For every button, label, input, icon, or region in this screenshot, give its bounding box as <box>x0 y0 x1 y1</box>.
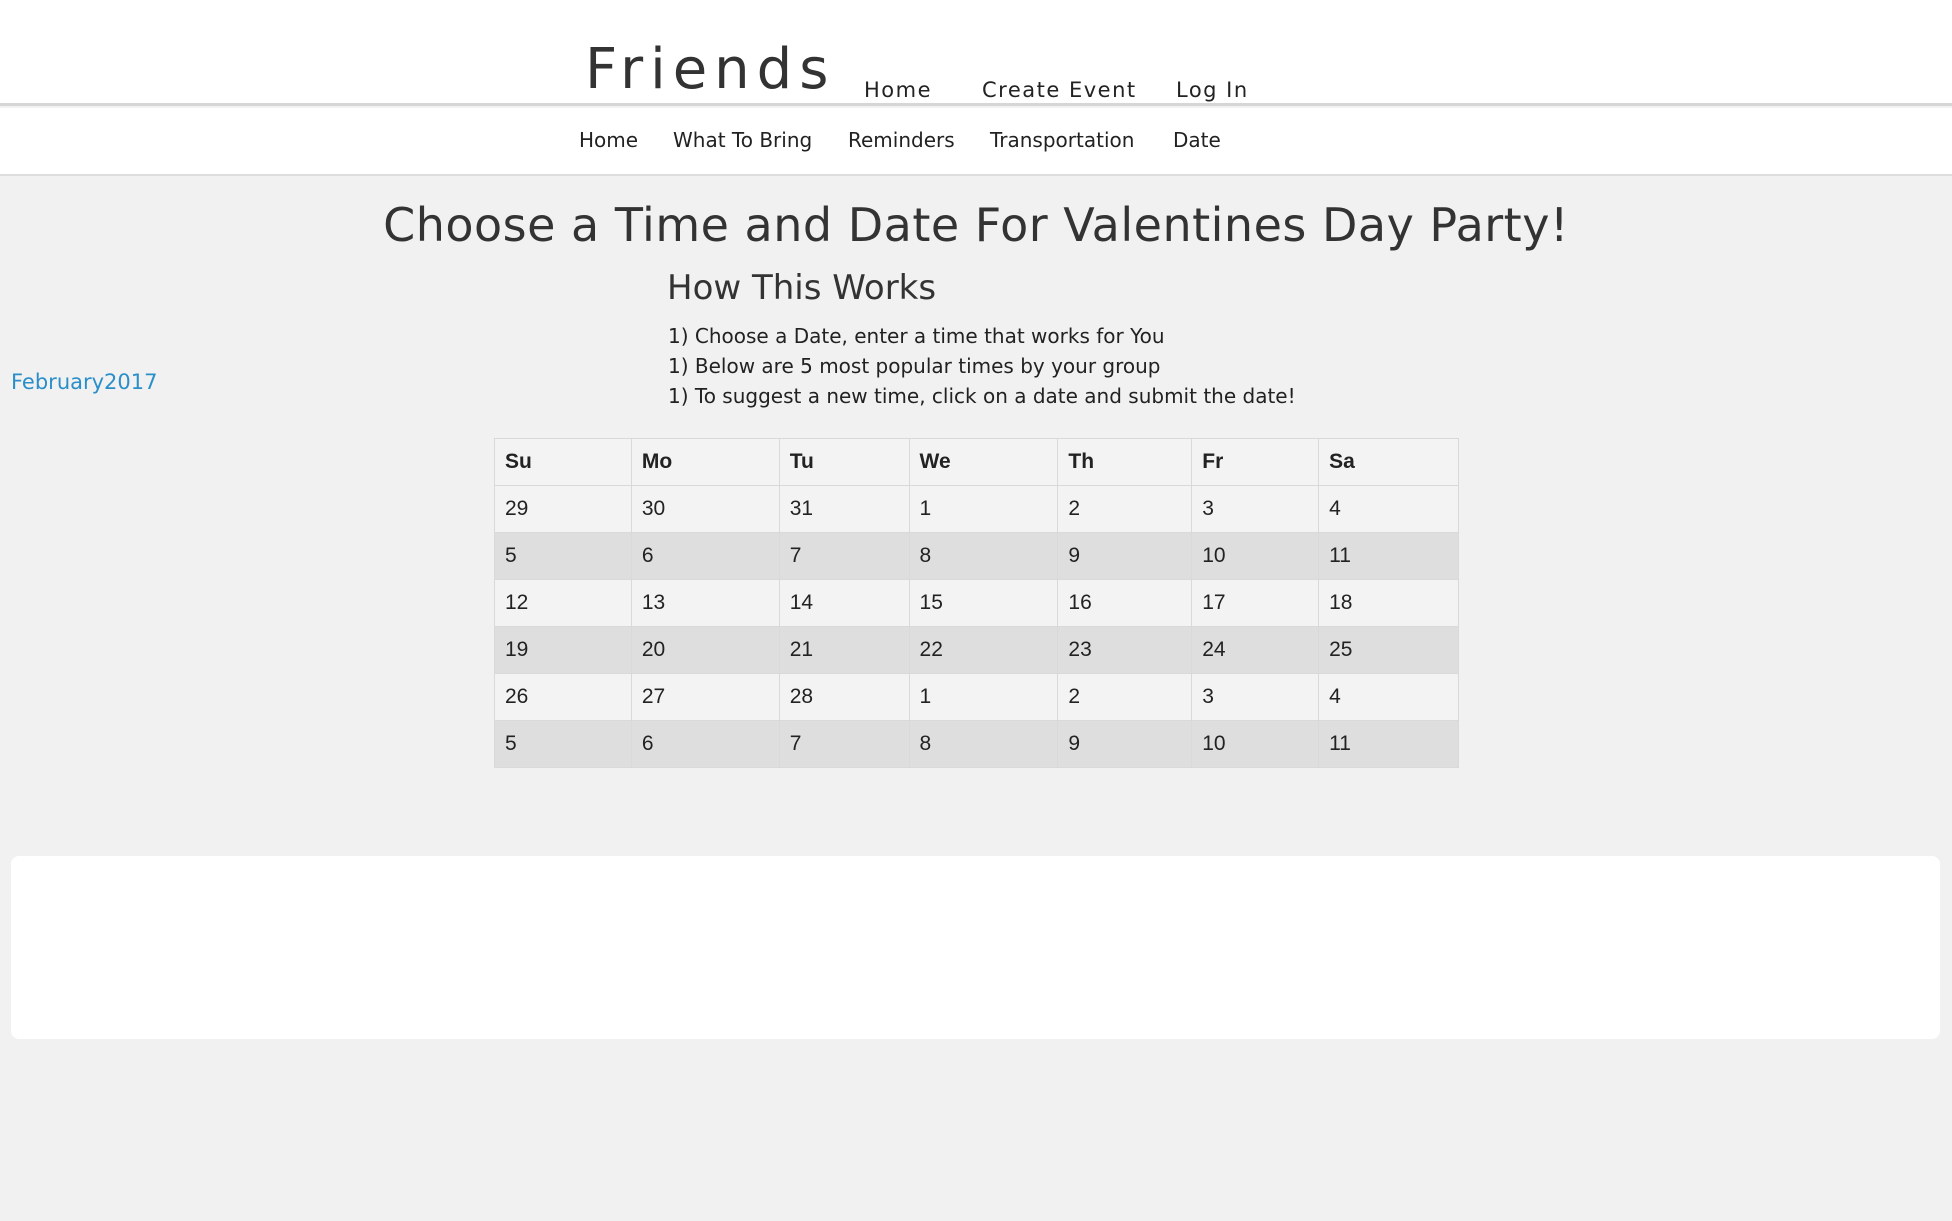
calendar-day-cell[interactable]: 3 <box>1191 485 1320 533</box>
calendar-day-cell[interactable]: 1 <box>908 485 1059 533</box>
calendar-week-row: 26 27 28 1 2 3 4 <box>494 673 1459 721</box>
calendar-day-cell[interactable]: 13 <box>630 579 780 627</box>
calendar-week-row: 12 13 14 15 16 17 18 <box>494 579 1459 627</box>
subnav-transportation[interactable]: Transportation <box>990 128 1134 152</box>
top-header: Friends Home Create Event Log In <box>0 0 1952 106</box>
calendar-day-cell[interactable]: 17 <box>1191 579 1320 627</box>
calendar-day-cell[interactable]: 11 <box>1318 720 1459 768</box>
calendar-table: Su Mo Tu We Th Fr Sa 29 30 31 1 2 3 4 5 … <box>494 438 1459 768</box>
calendar-day-cell[interactable]: 31 <box>778 485 910 533</box>
calendar-day-cell[interactable]: 23 <box>1057 626 1193 674</box>
calendar-day-cell[interactable]: 30 <box>630 485 780 533</box>
calendar-day-cell[interactable]: 18 <box>1318 579 1459 627</box>
brand-logo[interactable]: Friends <box>585 42 835 98</box>
calendar-day-cell[interactable]: 28 <box>778 673 910 721</box>
calendar-day-cell[interactable]: 9 <box>1057 720 1193 768</box>
instruction-step: 1) Below are 5 most popular times by you… <box>668 354 1161 378</box>
weekday-header: Sa <box>1318 438 1459 486</box>
calendar-day-cell[interactable]: 6 <box>630 532 780 580</box>
weekday-header: Mo <box>630 438 780 486</box>
calendar-day-cell[interactable]: 5 <box>494 720 632 768</box>
weekday-header: We <box>908 438 1059 486</box>
calendar-day-cell[interactable]: 24 <box>1191 626 1320 674</box>
calendar-day-cell[interactable]: 19 <box>494 626 632 674</box>
calendar-day-cell[interactable]: 12 <box>494 579 632 627</box>
calendar-day-cell[interactable]: 10 <box>1191 532 1320 580</box>
calendar-day-cell[interactable]: 3 <box>1191 673 1320 721</box>
calendar-week-row: 5 6 7 8 9 10 11 <box>494 532 1459 580</box>
calendar-day-cell[interactable]: 15 <box>908 579 1059 627</box>
calendar-day-cell[interactable]: 29 <box>494 485 632 533</box>
calendar-day-cell[interactable]: 21 <box>778 626 910 674</box>
calendar-day-cell[interactable]: 20 <box>630 626 780 674</box>
calendar-day-cell[interactable]: 7 <box>778 532 910 580</box>
weekday-header: Tu <box>778 438 910 486</box>
month-link[interactable]: February2017 <box>11 370 158 394</box>
calendar-day-cell[interactable]: 1 <box>908 673 1059 721</box>
subnav-reminders[interactable]: Reminders <box>848 128 955 152</box>
calendar-day-cell[interactable]: 27 <box>630 673 780 721</box>
calendar-day-cell[interactable]: 2 <box>1057 485 1193 533</box>
calendar-day-cell[interactable]: 10 <box>1191 720 1320 768</box>
calendar-week-row: 29 30 31 1 2 3 4 <box>494 485 1459 533</box>
top-nav-create-event[interactable]: Create Event <box>982 78 1137 102</box>
instructions-list: 1) Choose a Date, enter a time that work… <box>668 321 1296 411</box>
subnav-what-to-bring[interactable]: What To Bring <box>673 128 812 152</box>
calendar-day-cell[interactable]: 11 <box>1318 532 1459 580</box>
calendar-day-cell[interactable]: 22 <box>908 626 1059 674</box>
weekday-header: Fr <box>1191 438 1320 486</box>
calendar-day-cell[interactable]: 25 <box>1318 626 1459 674</box>
how-this-works-heading: How This Works <box>667 268 937 308</box>
top-nav-log-in[interactable]: Log In <box>1176 78 1249 102</box>
calendar-day-cell[interactable]: 2 <box>1057 673 1193 721</box>
calendar-day-cell[interactable]: 4 <box>1318 485 1459 533</box>
page-title: Choose a Time and Date For Valentines Da… <box>383 198 1569 252</box>
calendar-day-cell[interactable]: 8 <box>908 532 1059 580</box>
calendar-day-cell[interactable]: 14 <box>778 579 910 627</box>
calendar-week-row: 5 6 7 8 9 10 11 <box>494 720 1459 768</box>
calendar-day-cell[interactable]: 8 <box>908 720 1059 768</box>
calendar-day-cell[interactable]: 6 <box>630 720 780 768</box>
calendar-day-cell[interactable]: 26 <box>494 673 632 721</box>
calendar-day-cell[interactable]: 9 <box>1057 532 1193 580</box>
calendar-day-cell[interactable]: 4 <box>1318 673 1459 721</box>
top-nav-home[interactable]: Home <box>864 78 932 102</box>
subnav-home[interactable]: Home <box>579 128 638 152</box>
calendar-header-row: Su Mo Tu We Th Fr Sa <box>494 438 1459 486</box>
calendar-day-cell[interactable]: 7 <box>778 720 910 768</box>
instruction-step: 1) To suggest a new time, click on a dat… <box>668 384 1296 408</box>
empty-content-panel <box>11 856 1940 1039</box>
calendar-day-cell[interactable]: 16 <box>1057 579 1193 627</box>
weekday-header: Su <box>494 438 632 486</box>
subnav-date[interactable]: Date <box>1173 128 1221 152</box>
instruction-step: 1) Choose a Date, enter a time that work… <box>668 324 1165 348</box>
weekday-header: Th <box>1057 438 1193 486</box>
calendar-day-cell[interactable]: 5 <box>494 532 632 580</box>
event-subnav-bar: Home What To Bring Reminders Transportat… <box>0 108 1952 176</box>
calendar-week-row: 19 20 21 22 23 24 25 <box>494 626 1459 674</box>
